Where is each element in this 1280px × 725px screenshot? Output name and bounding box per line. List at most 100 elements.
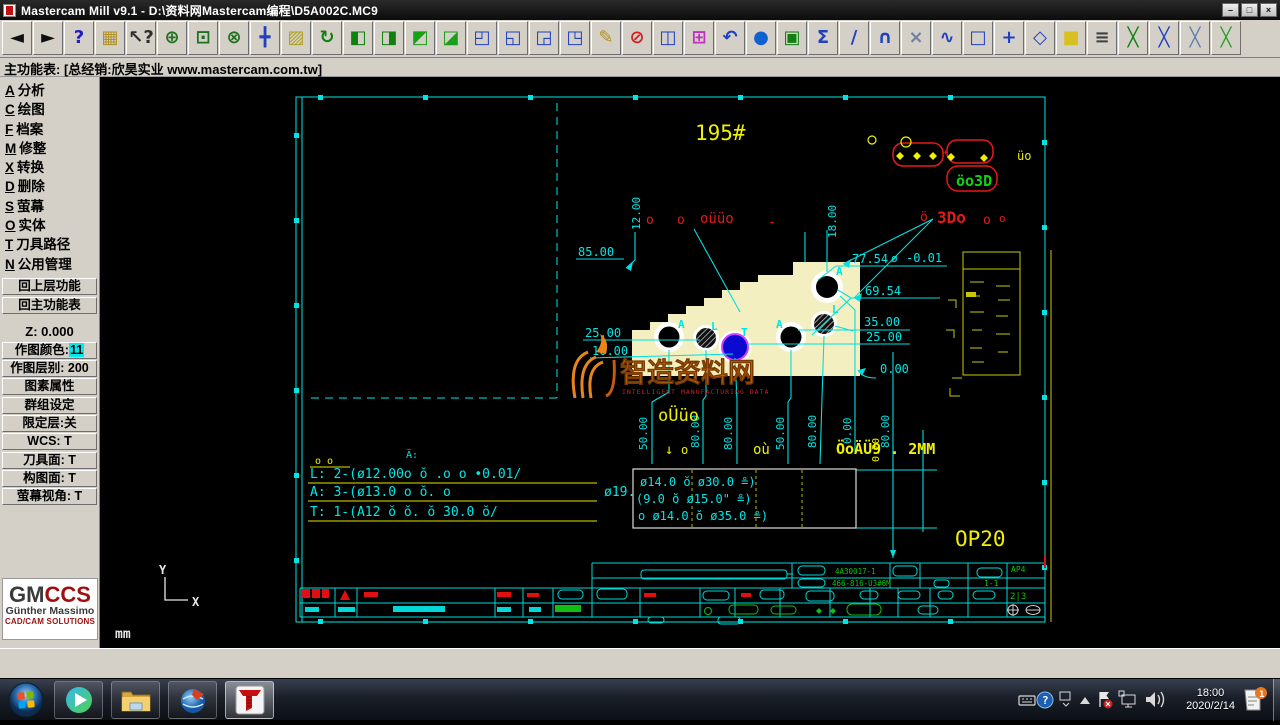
- taskbar-video-player-button[interactable]: [54, 681, 103, 719]
- toolbar: ◄►?▦↖?⊕⊡⊗╋▨↻◧◨◩◪◰◱◲◳✎⊘◫⊞↶●▣Σ/∩×∿□+◇■≡╳╳╳…: [0, 20, 1280, 58]
- main-menu-button[interactable]: 回主功能表: [2, 297, 97, 314]
- menu-file[interactable]: F档案: [0, 120, 100, 139]
- gview-side-icon[interactable]: ◩: [405, 21, 435, 55]
- rotate-view-icon[interactable]: ↻: [312, 21, 342, 55]
- svg-text:A: A: [678, 318, 685, 331]
- svg-text:35.00: 35.00: [864, 315, 900, 329]
- svg-text:(9.0 ŏ ø15.0" ≗): (9.0 ŏ ø15.0" ≗): [636, 492, 752, 506]
- level-mask-button[interactable]: 限定层:关: [2, 415, 97, 432]
- back-arrow-icon[interactable]: ◄: [2, 21, 32, 55]
- svg-text:ø: ø: [891, 252, 898, 265]
- analyze-cursor-icon[interactable]: ↖?: [126, 21, 156, 55]
- graphics-view-button[interactable]: 萤幕视角: T: [2, 488, 97, 505]
- line-icon[interactable]: /: [839, 21, 869, 55]
- close-button[interactable]: ×: [1260, 3, 1277, 17]
- svg-text:80.00: 80.00: [722, 417, 735, 450]
- folder-icon: [120, 686, 152, 714]
- gmccs-logo: GMCCS Günther Massimo CAD/CAM SOLUTIONS: [2, 578, 98, 640]
- svg-text:466-816-U3#6M: 466-816-U3#6M: [832, 579, 891, 588]
- menu-delete[interactable]: D删除: [0, 177, 100, 196]
- zoom-window-icon[interactable]: ⊡: [188, 21, 218, 55]
- blank-window-icon[interactable]: ◫: [653, 21, 683, 55]
- trim-three-icon[interactable]: ╳: [1180, 21, 1210, 55]
- taskbar-clock[interactable]: 18:00 2020/2/14: [1186, 687, 1235, 713]
- window-tray-icon[interactable]: [1060, 692, 1070, 706]
- menu-modify[interactable]: M修整: [0, 139, 100, 158]
- groups-button[interactable]: 群组设定: [2, 397, 97, 414]
- gview-top-icon[interactable]: ◧: [343, 21, 373, 55]
- title-bar: Mastercam Mill v9.1 - D:\资料网Mastercam编程\…: [0, 0, 1280, 20]
- show-desktop-button[interactable]: [1273, 679, 1280, 721]
- tool-plane-button[interactable]: 刀具面: T: [2, 452, 97, 469]
- attributes-button[interactable]: 图素属性: [2, 378, 97, 395]
- operations-manager-icon[interactable]: ≡: [1087, 21, 1117, 55]
- gview-front-icon[interactable]: ◨: [374, 21, 404, 55]
- svg-text:智造资料网: 智造资料网: [620, 358, 755, 388]
- spline-icon[interactable]: ∿: [932, 21, 962, 55]
- pan-icon[interactable]: ╋: [250, 21, 280, 55]
- menu-analyze[interactable]: A分析: [0, 81, 100, 100]
- help-icon[interactable]: ?: [64, 21, 94, 55]
- wcs-button[interactable]: WCS: T: [2, 433, 97, 450]
- menu-create[interactable]: C绘图: [0, 100, 100, 119]
- zoom-target-icon[interactable]: ⊗: [219, 21, 249, 55]
- svg-text:50.00: 50.00: [774, 417, 787, 450]
- volume-icon[interactable]: [1146, 692, 1164, 707]
- arc-icon[interactable]: ∩: [870, 21, 900, 55]
- rectangle-icon[interactable]: □: [963, 21, 993, 55]
- action-center-flag-icon[interactable]: [1100, 692, 1113, 709]
- title-block: 4A30017-1 466-816-U3#6M 1-1 2|3 AP4: [300, 556, 1046, 624]
- menu-toolpaths[interactable]: T刀具路径: [0, 235, 100, 254]
- menu-screen[interactable]: S萤幕: [0, 197, 100, 216]
- menu-nc-utils[interactable]: N公用管理: [0, 255, 100, 274]
- trim-two-icon[interactable]: ╳: [1149, 21, 1179, 55]
- forward-arrow-icon[interactable]: ►: [33, 21, 63, 55]
- trim-point-icon[interactable]: ×: [901, 21, 931, 55]
- color-value-badge: 11: [69, 343, 84, 357]
- construction-plane-button[interactable]: 构图面: T: [2, 470, 97, 487]
- trim-one-icon[interactable]: ╳: [1118, 21, 1148, 55]
- cplane-side-icon[interactable]: ◲: [529, 21, 559, 55]
- menu-solids[interactable]: O实体: [0, 216, 100, 235]
- svg-text:ö: ö: [920, 210, 928, 225]
- repaint-icon[interactable]: ▨: [281, 21, 311, 55]
- undo-icon[interactable]: ↶: [715, 21, 745, 55]
- taskbar-browser-button[interactable]: [168, 681, 217, 719]
- draw-level-button[interactable]: 作图层别: 200: [2, 360, 97, 377]
- graphics-area[interactable]: 85.00 77.54 ø -0.01 69.54 35.00 25.00 25…: [100, 77, 1280, 648]
- shading-icon[interactable]: ●: [746, 21, 776, 55]
- cyan-text-blobs: [305, 606, 541, 612]
- taskbar-mastercam-button[interactable]: [225, 681, 274, 719]
- file-cabinet-icon[interactable]: ▦: [95, 21, 125, 55]
- help-tray-icon[interactable]: ?: [1037, 692, 1053, 708]
- maximize-button[interactable]: □: [1241, 3, 1258, 17]
- network-icon[interactable]: [1119, 691, 1135, 707]
- keyboard-icon[interactable]: [1019, 696, 1035, 705]
- unerase-icon[interactable]: ⊘: [622, 21, 652, 55]
- taskbar-explorer-button[interactable]: [111, 681, 160, 719]
- solid-box-icon[interactable]: ■: [1056, 21, 1086, 55]
- back-menu-button[interactable]: 回上层功能: [2, 278, 97, 295]
- sigma-icon[interactable]: Σ: [808, 21, 838, 55]
- svg-text:ø19.: ø19.: [604, 485, 635, 500]
- erase-icon[interactable]: ✎: [591, 21, 621, 55]
- point-icon[interactable]: +: [994, 21, 1024, 55]
- sticky-notes-icon[interactable]: 1: [1243, 686, 1267, 714]
- draw-color-button[interactable]: 作图颜色:11: [2, 342, 97, 359]
- cplane-front-icon[interactable]: ◱: [498, 21, 528, 55]
- trim-divide-icon[interactable]: ╳: [1211, 21, 1241, 55]
- minimize-button[interactable]: –: [1222, 3, 1239, 17]
- svg-text:o: o: [999, 212, 1006, 225]
- svg-text:↓: ↓: [665, 442, 673, 458]
- start-button[interactable]: [6, 680, 46, 720]
- menu-xform[interactable]: X转换: [0, 158, 100, 177]
- show-hidden-icons-button[interactable]: [1080, 697, 1090, 704]
- gview-iso-icon[interactable]: ◪: [436, 21, 466, 55]
- cplane-top-icon[interactable]: ◰: [467, 21, 497, 55]
- pattern-icon[interactable]: ◇: [1025, 21, 1055, 55]
- copy-solid-icon[interactable]: ▣: [777, 21, 807, 55]
- cplane-iso-icon[interactable]: ◳: [560, 21, 590, 55]
- menu-list: A分析C绘图F档案M修整X转换D删除S萤幕O实体T刀具路径N公用管理: [0, 81, 100, 274]
- combine-window-icon[interactable]: ⊞: [684, 21, 714, 55]
- zoom-dynamic-icon[interactable]: ⊕: [157, 21, 187, 55]
